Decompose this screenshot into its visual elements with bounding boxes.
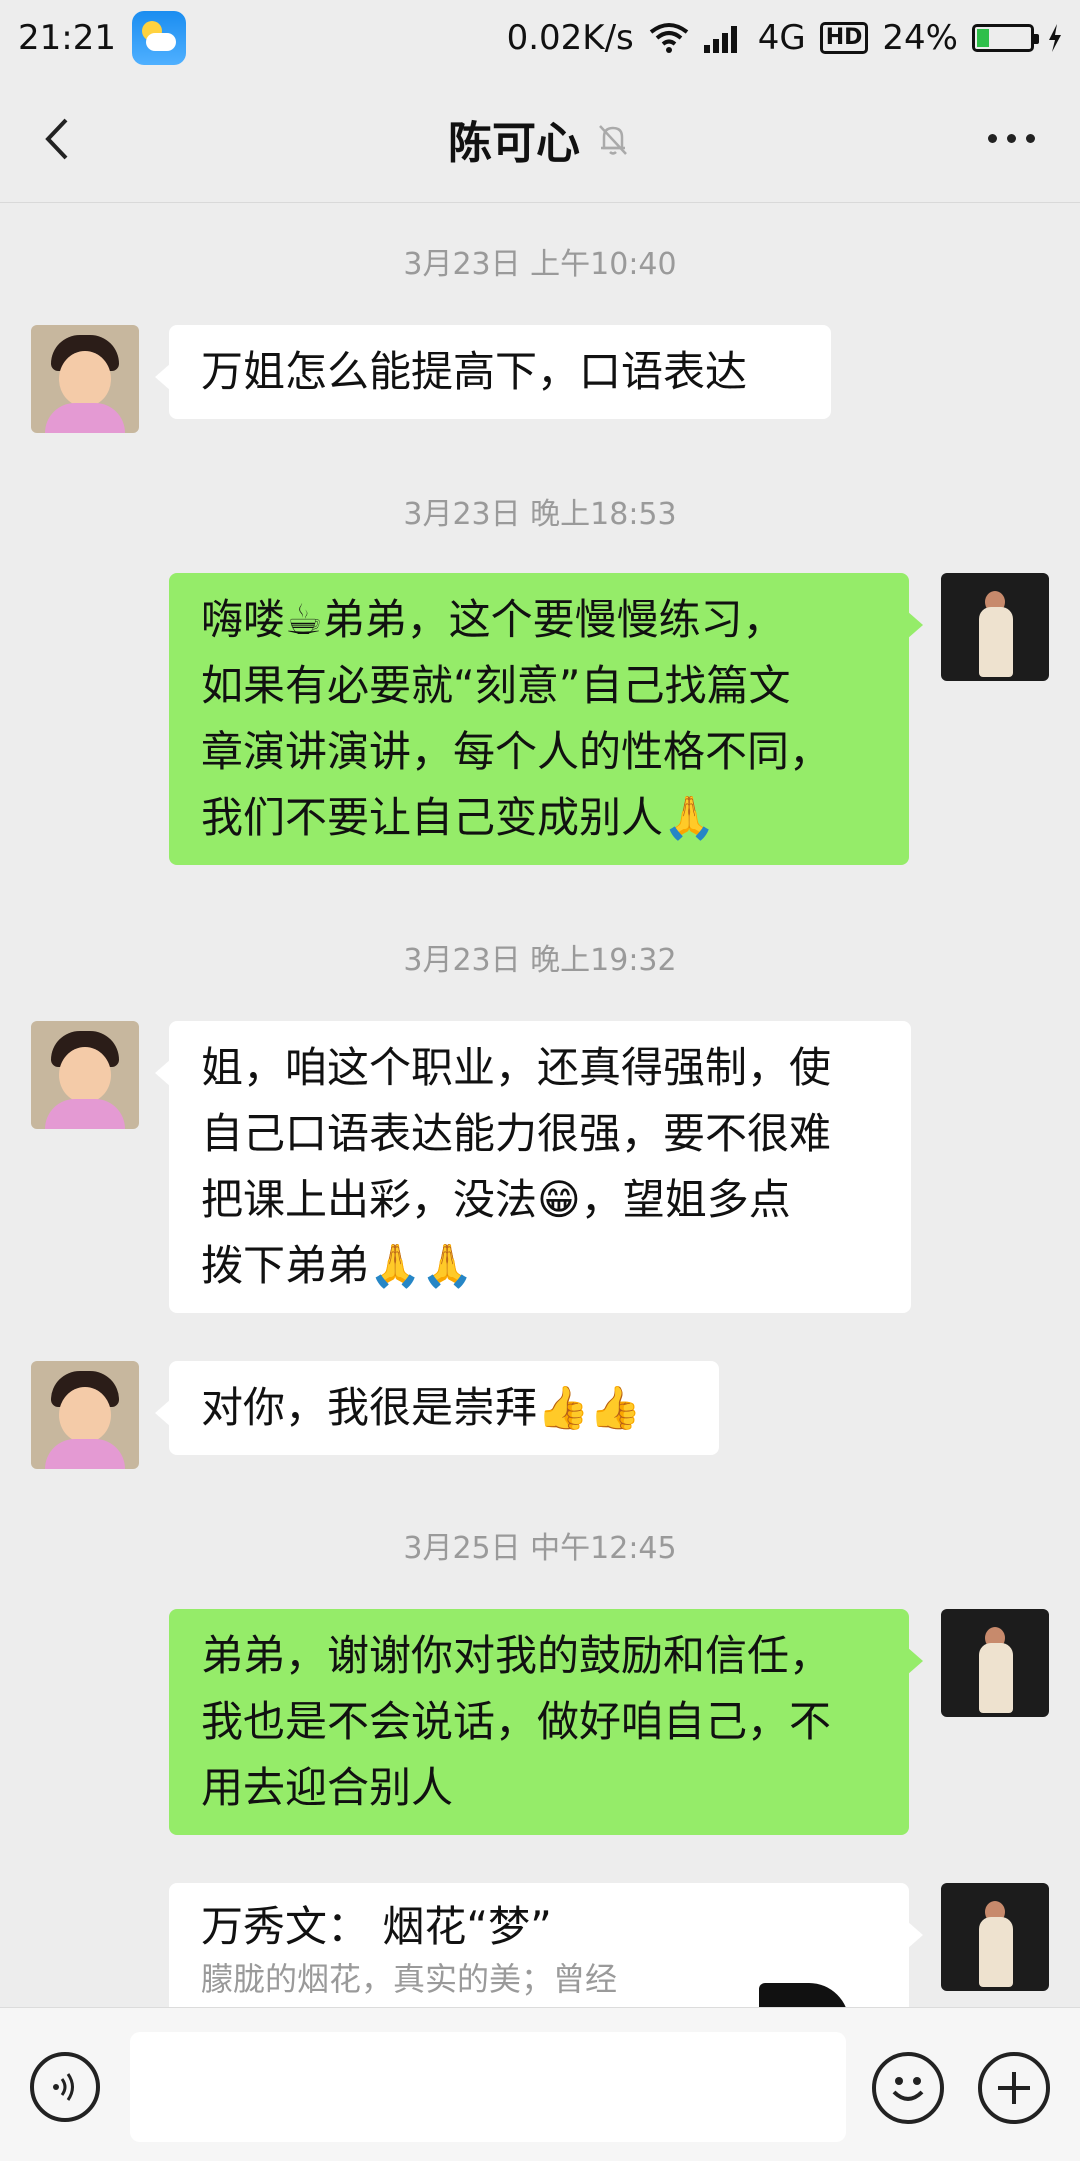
message-bubble-incoming[interactable]: 对你，我很是崇拜👍👍 [155, 1361, 719, 1455]
message-text: 姐，咱这个职业，还真得强制，使 [201, 1043, 832, 1092]
chat-title: 陈可心 [448, 118, 580, 169]
timestamp: 3月23日 晚上18:53 [403, 497, 677, 532]
back-arrow-icon[interactable] [38, 114, 78, 164]
message-text: 我也是不会说话，做好咱自己，不 [201, 1697, 832, 1746]
status-bar: 21:21 0.02K/s 4G HD 24% [0, 0, 1080, 76]
chat-header: 陈可心 [0, 76, 1080, 203]
hd-icon: HD [819, 22, 869, 54]
message-text: 我们不要让自己变成别人🙏 [201, 793, 716, 842]
message-bubble-outgoing[interactable]: 嗨喽☕弟弟，这个要慢慢练习， 如果有必要就“刻意”自己找篇文 章演讲演讲，每个人… [169, 573, 923, 865]
avatar-contact[interactable] [31, 1021, 139, 1129]
charging-bolt-icon [1049, 24, 1061, 52]
network-type: 4G [757, 18, 806, 58]
shared-article-card[interactable]: 万秀文： 烟花“梦” 朦胧的烟花，真实的美；曾经 [169, 1883, 923, 2007]
avatar-self[interactable] [941, 1609, 1049, 1717]
message-text: 如果有必要就“刻意”自己找篇文 [201, 661, 791, 710]
avatar-self[interactable] [941, 573, 1049, 681]
message-text: 章演讲演讲，每个人的性格不同， [201, 727, 832, 776]
weather-app-icon [131, 11, 186, 65]
message-text: 万姐怎么能提高下，口语表达 [201, 347, 748, 396]
message-list[interactable]: 3月23日 上午10:40 万姐怎么能提高下，口语表达 3月23日 晚上18:5… [0, 203, 1080, 2007]
timestamp: 3月23日 晚上19:32 [403, 943, 677, 978]
wifi-icon [649, 23, 688, 53]
avatar-contact[interactable] [31, 1361, 139, 1469]
signal-icon [703, 23, 744, 53]
clock: 21:21 [18, 18, 116, 58]
more-options-icon[interactable] [988, 128, 1040, 148]
message-bubble-outgoing[interactable]: 弟弟，谢谢你对我的鼓励和信任， 我也是不会说话，做好咱自己，不 用去迎合别人 [169, 1609, 923, 1835]
message-text: 拨下弟弟🙏🙏 [201, 1241, 474, 1290]
plus-icon[interactable] [978, 2052, 1050, 2124]
message-text: 用去迎合别人 [201, 1763, 454, 1812]
mute-bell-icon [599, 125, 627, 155]
message-bubble-incoming[interactable]: 姐，咱这个职业，还真得强制，使 自己口语表达能力很强，要不很难 把课上出彩，没法… [155, 1021, 911, 1313]
card-title: 万秀文： 烟花“梦” [201, 1902, 552, 1951]
message-bubble-incoming[interactable]: 万姐怎么能提高下，口语表达 [155, 325, 831, 419]
message-text: 弟弟，谢谢你对我的鼓励和信任， [201, 1631, 832, 1680]
message-input[interactable] [130, 2032, 846, 2142]
input-bar [0, 2007, 1080, 2161]
net-speed: 0.02K/s [506, 18, 634, 58]
message-text: 嗨喽☕弟弟，这个要慢慢练习， [201, 595, 785, 644]
avatar-contact[interactable] [31, 325, 139, 433]
timestamp: 3月23日 上午10:40 [403, 247, 677, 282]
avatar-self[interactable] [941, 1883, 1049, 1991]
battery-icon [972, 24, 1039, 52]
message-text: 把课上出彩，没法😁，望姐多点 [201, 1175, 791, 1224]
message-text: 对你，我很是崇拜👍👍 [201, 1383, 642, 1432]
message-text: 自己口语表达能力很强，要不很难 [201, 1109, 832, 1158]
battery-percent: 24% [882, 18, 958, 58]
timestamp: 3月25日 中午12:45 [403, 1531, 677, 1566]
emoji-icon[interactable] [872, 2052, 944, 2124]
voice-icon[interactable] [30, 2052, 100, 2122]
